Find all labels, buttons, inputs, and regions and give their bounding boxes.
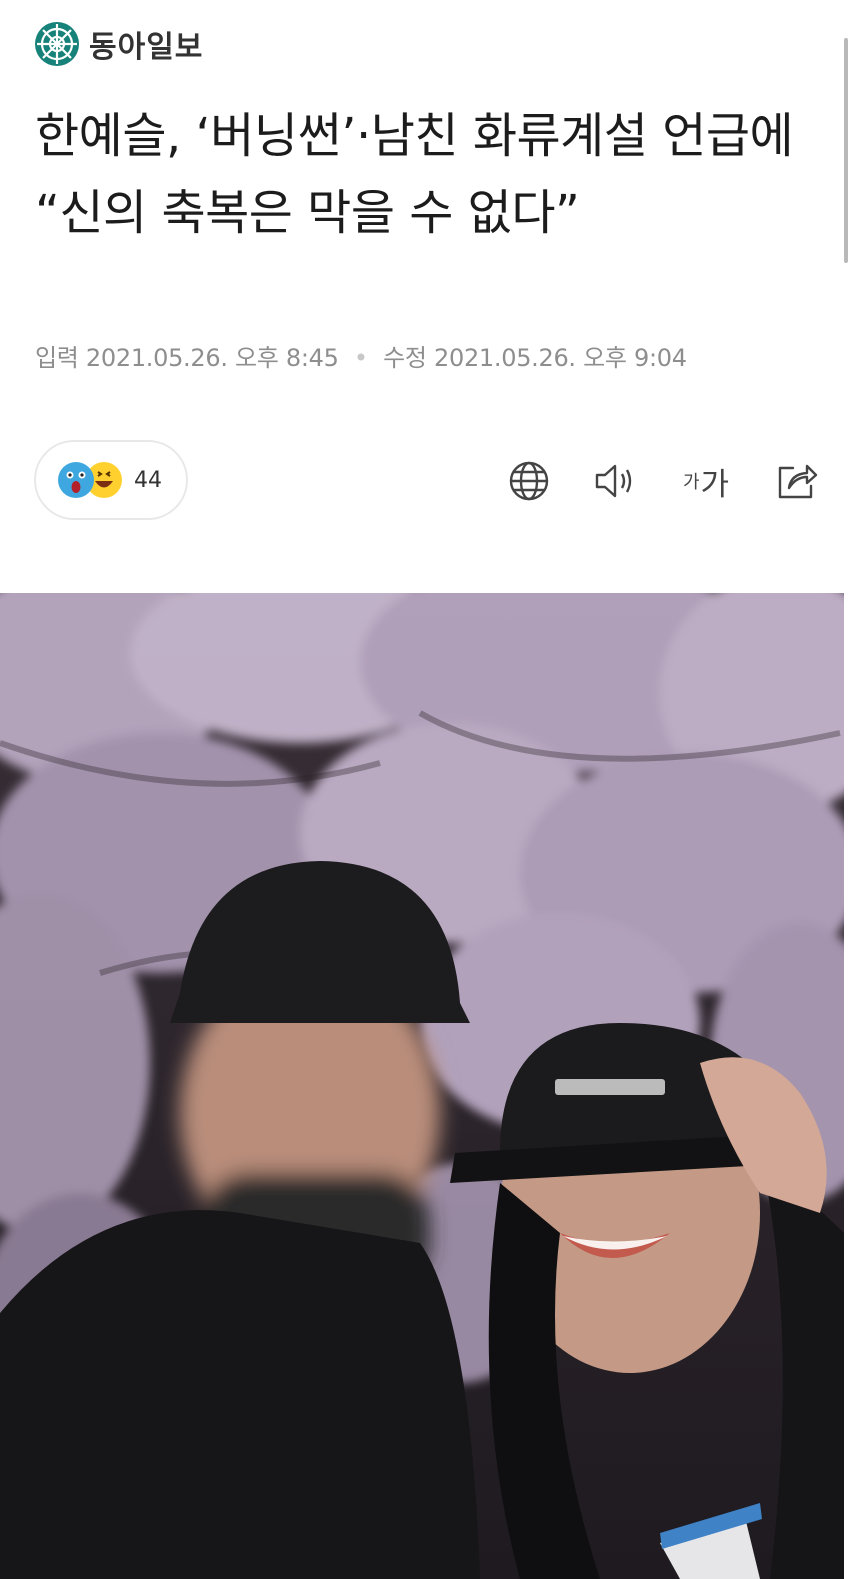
globe-icon [509,461,549,501]
translate-button[interactable] [506,458,552,504]
listen-button[interactable] [592,458,638,504]
font-size-large-label: 가 [700,466,730,503]
surprised-emoji-icon [58,462,94,498]
page-scrollbar[interactable] [844,38,848,263]
published-time: 2021.05.26. 오후 8:45 [85,344,339,372]
article-photo [0,593,844,1579]
modified-time: 2021.05.26. 오후 9:04 [434,344,687,372]
font-size-button[interactable]: 가가 [678,458,734,504]
modified-label: 수정 [383,344,427,372]
publication-name: 동아일보 [89,30,204,65]
published-label: 입력 [35,344,79,372]
article-timestamps: 입력 2021.05.26. 오후 8:45 • 수정 2021.05.26. … [35,338,687,373]
meta-separator: • [353,344,368,372]
article-toolbar: 가가 [506,458,820,504]
share-icon [778,464,818,499]
article-headline: 한예슬, ‘버닝썬’·남친 화류계설 언급에 “신의 축복은 막을 수 없다” [35,108,794,241]
donga-emblem-icon [35,22,79,66]
publication-header[interactable]: 동아일보 [33,18,203,70]
font-size-small-label: 가 [682,472,700,493]
speaker-icon [595,464,632,498]
share-button[interactable] [774,458,820,504]
reaction-button[interactable]: 44 [34,440,188,520]
reaction-count: 44 [134,467,162,493]
